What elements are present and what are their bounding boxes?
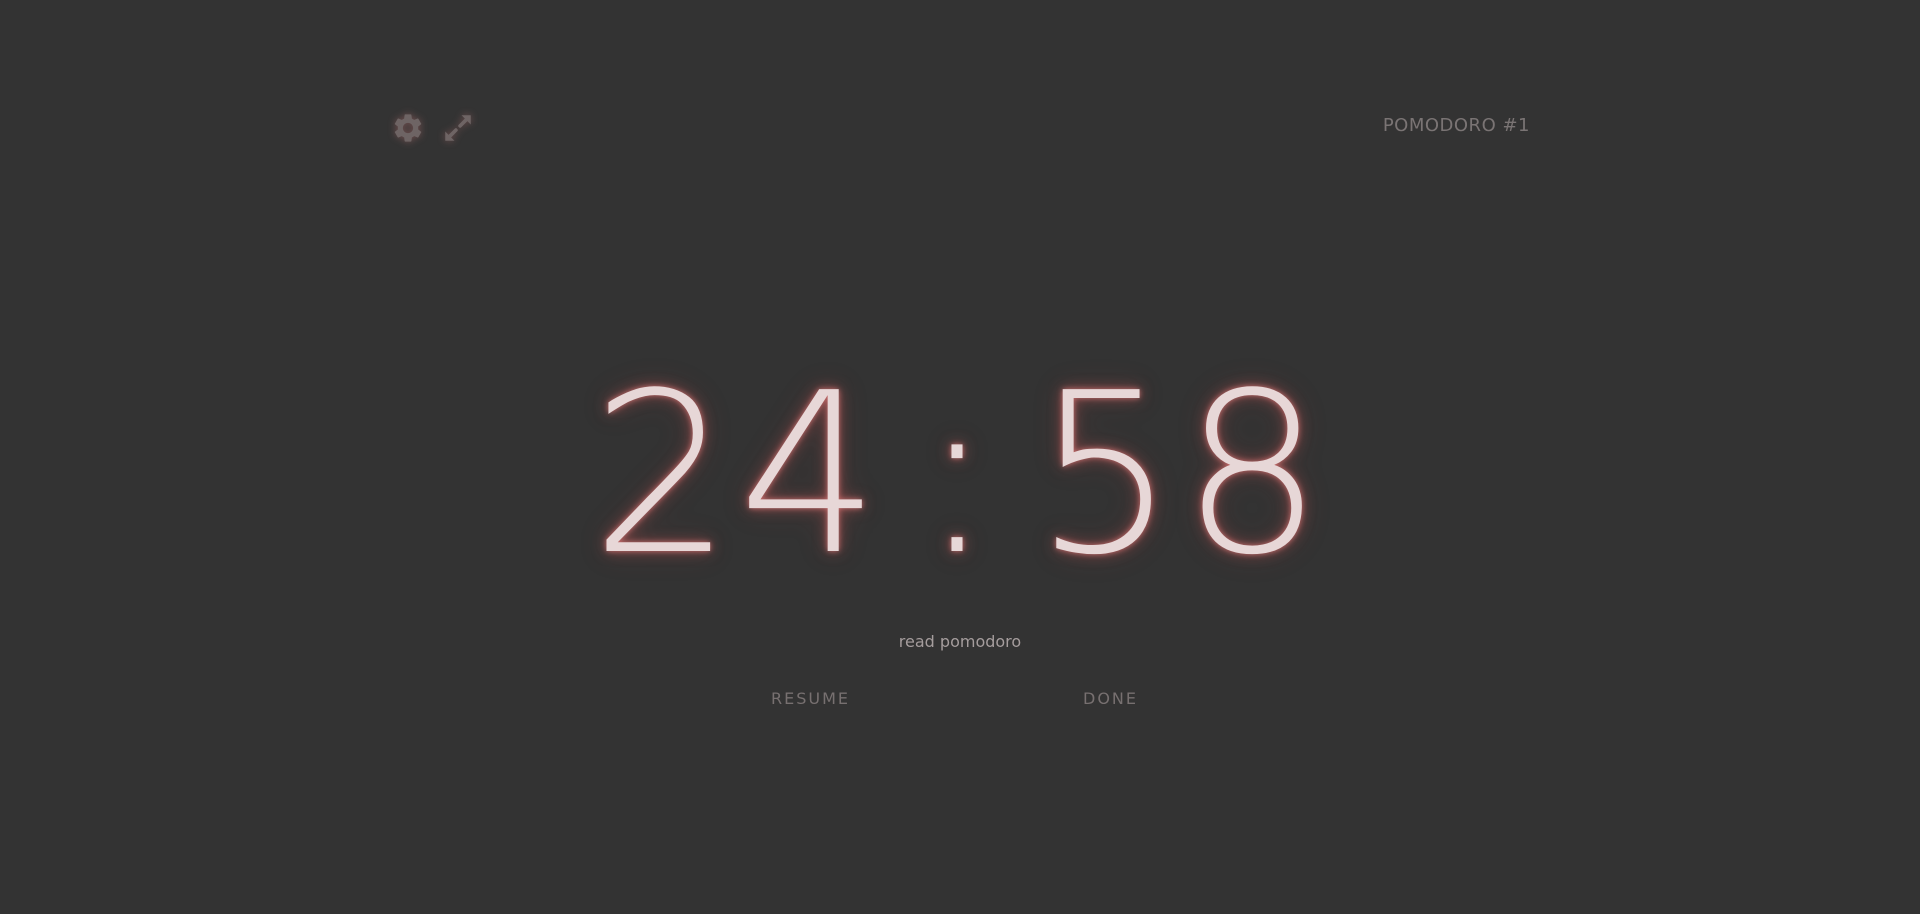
gear-icon	[394, 114, 422, 142]
expand-arrows-icon	[445, 115, 471, 141]
pomodoro-app: POMODORO #1 24:58 read pomodoro RESUME D…	[0, 0, 1920, 914]
settings-button[interactable]	[390, 110, 426, 146]
done-button[interactable]: DONE	[1083, 689, 1138, 708]
timer-separator: :	[919, 346, 1001, 604]
timer-controls: RESUME DONE	[0, 689, 1920, 713]
timer-seconds: 58	[1034, 346, 1329, 604]
session-label: POMODORO #1	[1382, 115, 1530, 136]
resume-button[interactable]: RESUME	[771, 689, 850, 708]
timer-display: 24:58	[0, 360, 1920, 590]
task-name[interactable]: read pomodoro	[0, 632, 1920, 651]
toolbar	[390, 110, 476, 146]
fullscreen-button[interactable]	[440, 110, 476, 146]
timer-minutes: 24	[591, 346, 886, 604]
